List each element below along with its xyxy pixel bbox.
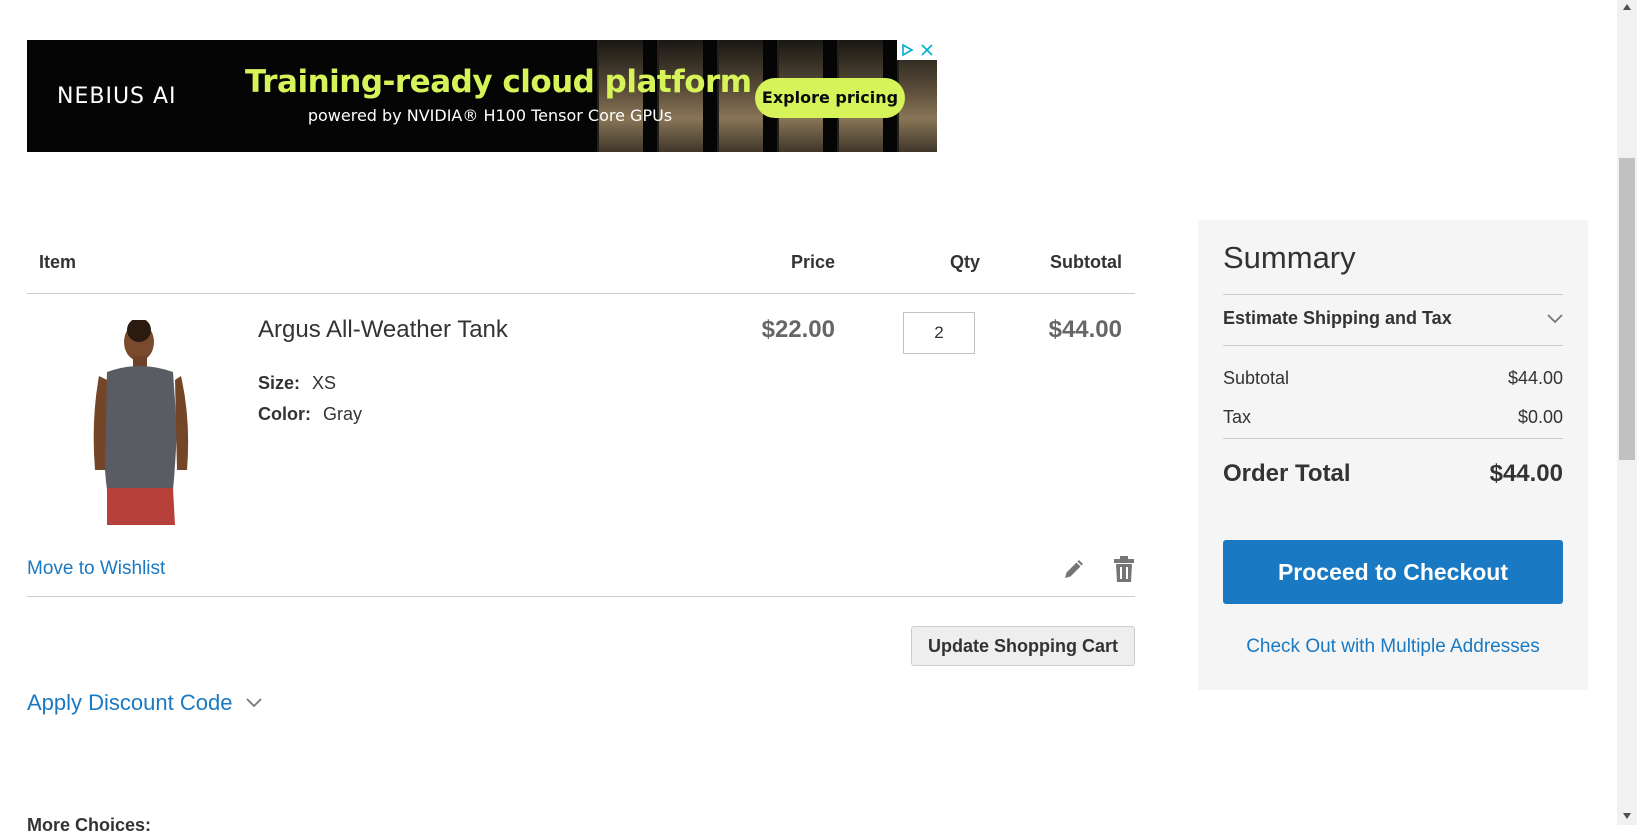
option-color: Color: Gray: [258, 404, 362, 425]
column-header-qty: Qty: [949, 252, 980, 272]
option-label: Size:: [258, 373, 301, 393]
chevron-down-icon[interactable]: [1547, 313, 1563, 324]
item-divider: [27, 596, 1135, 597]
proceed-to-checkout-button[interactable]: Proceed to Checkout: [1223, 540, 1563, 604]
qty-input[interactable]: [903, 312, 975, 354]
multiple-addresses-link[interactable]: Check Out with Multiple Addresses: [1223, 636, 1563, 658]
edit-pencil-icon[interactable]: [1061, 558, 1085, 582]
ad-choices-icon[interactable]: [900, 43, 914, 57]
order-total-label: Order Total: [1223, 460, 1351, 487]
trash-icon[interactable]: [1113, 556, 1135, 582]
move-to-wishlist-link[interactable]: Move to Wishlist: [27, 558, 165, 580]
summary-tax-value: $0.00: [1517, 407, 1563, 427]
column-header-price: Price: [790, 252, 835, 272]
summary-subtotal-label: Subtotal: [1223, 368, 1290, 388]
scroll-down-arrow-icon[interactable]: [1623, 813, 1631, 819]
ad-headline: Training-ready cloud platform: [245, 64, 752, 100]
ad-banner[interactable]: NEBIUS AI Training-ready cloud platform …: [27, 40, 937, 152]
ad-cta-button[interactable]: Explore pricing: [755, 78, 905, 118]
ad-subline: powered by NVIDIA® H100 Tensor Core GPUs: [307, 106, 673, 125]
column-header-subtotal: Subtotal: [1050, 252, 1122, 272]
summary-divider: [1223, 438, 1563, 439]
estimate-shipping-toggle[interactable]: Estimate Shipping and Tax: [1223, 308, 1563, 329]
option-value: Gray: [323, 404, 363, 424]
product-name[interactable]: Argus All-Weather Tank: [258, 316, 508, 344]
apply-discount-toggle[interactable]: Apply Discount Code: [27, 690, 263, 716]
order-summary: Summary Estimate Shipping and Tax Subtot…: [1198, 220, 1588, 690]
scroll-thumb[interactable]: [1619, 158, 1635, 460]
item-price: $22.00: [761, 316, 835, 343]
summary-title: Summary: [1223, 240, 1356, 275]
ad-logo: NEBIUS AI: [57, 84, 177, 109]
vertical-scrollbar[interactable]: [1617, 0, 1637, 825]
ad-choices[interactable]: [897, 40, 937, 60]
item-subtotal: $44.00: [1048, 316, 1122, 343]
update-cart-button[interactable]: Update Shopping Cart: [911, 626, 1135, 666]
summary-subtotal-row: Subtotal $44.00: [1223, 368, 1563, 389]
summary-tax-label: Tax: [1223, 407, 1252, 427]
product-image[interactable]: [77, 320, 207, 525]
summary-subtotal-value: $44.00: [1507, 368, 1563, 388]
order-total-value: $44.00: [1489, 460, 1563, 487]
column-header-item: Item: [39, 252, 77, 272]
header-divider: [27, 293, 1135, 294]
chevron-down-icon[interactable]: [246, 698, 263, 708]
summary-tax-row: Tax $0.00: [1223, 407, 1563, 428]
option-value: XS: [312, 373, 337, 393]
summary-divider: [1223, 345, 1563, 346]
estimate-shipping-label[interactable]: Estimate Shipping and Tax: [1223, 308, 1452, 329]
scroll-up-arrow-icon[interactable]: [1623, 4, 1631, 10]
option-label: Color:: [258, 404, 311, 424]
option-size: Size: XS: [258, 373, 336, 394]
order-total-row: Order Total $44.00: [1223, 460, 1563, 488]
more-choices-heading: More Choices:: [27, 815, 152, 835]
summary-divider: [1223, 294, 1563, 295]
close-icon[interactable]: [920, 43, 934, 57]
apply-discount-label[interactable]: Apply Discount Code: [27, 690, 232, 716]
